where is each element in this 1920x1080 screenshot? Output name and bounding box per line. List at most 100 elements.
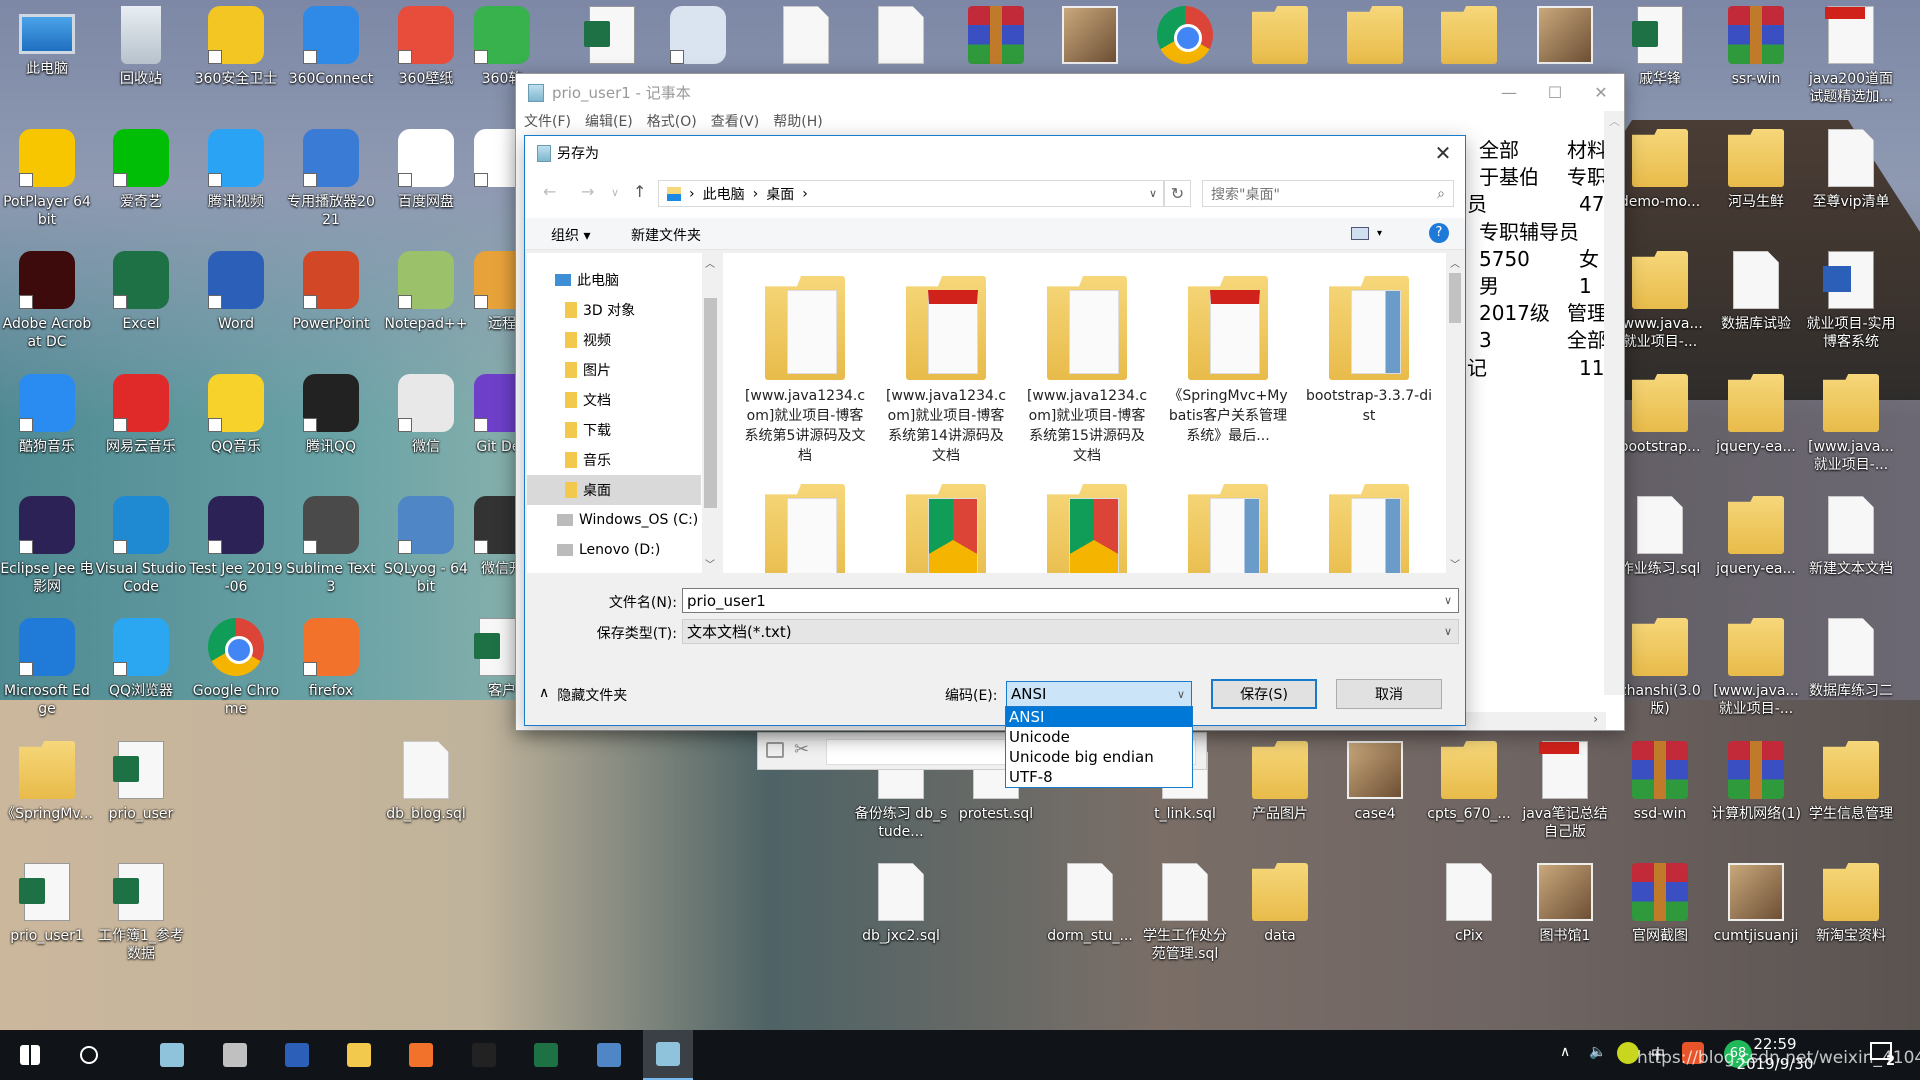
- desktop-icon[interactable]: 学生信息管理: [1804, 741, 1898, 823]
- taskbar-sqlyog-button[interactable]: [593, 1039, 625, 1071]
- new-folder-button[interactable]: 新建文件夹: [631, 225, 701, 245]
- desktop-icon[interactable]: zhanshi(3.0版): [1613, 618, 1707, 718]
- search-input[interactable]: 搜索"桌面" ⌕: [1202, 180, 1454, 207]
- desktop-icon[interactable]: [565, 6, 659, 70]
- desktop-icon[interactable]: 计算机网络(1): [1709, 741, 1803, 823]
- menu-file[interactable]: 文件(F): [524, 111, 571, 131]
- desktop-icon[interactable]: 产品图片: [1233, 741, 1327, 823]
- desktop-icon[interactable]: [www.java...就业项目-...: [1804, 374, 1898, 474]
- taskbar-search-button[interactable]: [73, 1039, 105, 1071]
- desktop-icon[interactable]: 新淘宝资料: [1804, 863, 1898, 945]
- refresh-button[interactable]: ↻: [1164, 180, 1191, 207]
- desktop-icon[interactable]: Microsoft Edge: [0, 618, 94, 718]
- desktop-icon[interactable]: 官网截图: [1613, 863, 1707, 945]
- desktop-icon[interactable]: 就业项目-实用博客系统: [1804, 251, 1898, 351]
- desktop-icon[interactable]: 专用播放器2021: [284, 129, 378, 229]
- file-list-scrollbar[interactable]: ︿ ﹀: [1446, 253, 1464, 573]
- minimize-button[interactable]: —: [1486, 74, 1532, 111]
- show-hidden-icons-chevron-icon[interactable]: ∧: [1560, 1044, 1570, 1060]
- nav-item[interactable]: 此电脑: [527, 265, 701, 295]
- dialog-titlebar[interactable]: 另存为: [525, 136, 1465, 170]
- forward-arrow-icon[interactable]: →: [581, 182, 594, 201]
- desktop-icon[interactable]: [www.java...就业项目-...: [1613, 251, 1707, 351]
- desktop-icon[interactable]: PotPlayer 64 bit: [0, 129, 94, 229]
- scissors-icon[interactable]: ✂: [794, 739, 809, 760]
- desktop-icon[interactable]: Sublime Text 3: [284, 496, 378, 596]
- desktop-icon[interactable]: demo-mo...: [1613, 129, 1707, 211]
- desktop-icon[interactable]: [1328, 6, 1422, 70]
- file-item[interactable]: [www.java1234.com]就业项目-博客系统第14讲源码及文档: [882, 276, 1010, 466]
- desktop-icon[interactable]: 数据库练习二: [1804, 618, 1898, 700]
- view-dropdown-icon[interactable]: ▾: [1377, 228, 1382, 239]
- file-item[interactable]: [1023, 484, 1151, 573]
- desktop-icon[interactable]: PowerPoint: [284, 251, 378, 333]
- taskbar-start-button[interactable]: [14, 1039, 46, 1071]
- encoding-select[interactable]: ANSI ∨: [1006, 681, 1192, 707]
- desktop-icon[interactable]: 腾讯QQ: [284, 374, 378, 456]
- desktop-icon[interactable]: [1422, 6, 1516, 70]
- notepad-text-area[interactable]: 全部 材料 于基伯 专职员 47 专职辅导员 5750 女男 1 2017级 管理 3 全部记 11: [1467, 137, 1607, 377]
- taskbar-firefox-button[interactable]: [405, 1039, 437, 1071]
- taskbar-excel-button[interactable]: [530, 1039, 562, 1071]
- desktop-icon[interactable]: cPix: [1422, 863, 1516, 945]
- desktop-icon[interactable]: [1233, 6, 1327, 70]
- desktop-icon[interactable]: 图书馆1: [1518, 863, 1612, 945]
- desktop-icon[interactable]: data: [1233, 863, 1327, 945]
- help-button[interactable]: ?: [1429, 223, 1449, 243]
- taskbar-notepad-button[interactable]: [156, 1039, 188, 1071]
- save-button[interactable]: 保存(S): [1211, 679, 1317, 709]
- filename-input[interactable]: prio_user1 ∨: [682, 588, 1459, 613]
- desktop-icon[interactable]: 酷狗音乐: [0, 374, 94, 456]
- breadcrumb-desktop[interactable]: 桌面: [766, 184, 794, 204]
- encoding-option-utf8[interactable]: UTF-8: [1006, 767, 1192, 787]
- encoding-option-ansi[interactable]: ANSI: [1006, 707, 1192, 727]
- view-options-icon[interactable]: [1351, 227, 1369, 240]
- file-item[interactable]: bootstrap-3.3.7-dist: [1305, 276, 1433, 426]
- desktop-icon[interactable]: cumtjisuanji: [1709, 863, 1803, 945]
- file-item[interactable]: [www.java1234.com]就业项目-博客系统第5讲源码及文档: [741, 276, 869, 466]
- notepad-horizontal-scrollbar[interactable]: ›: [1466, 712, 1606, 730]
- file-item[interactable]: [882, 484, 1010, 573]
- maximize-button[interactable]: ☐: [1532, 74, 1578, 111]
- nav-item[interactable]: 音乐: [527, 445, 701, 475]
- close-button[interactable]: ✕: [1578, 74, 1624, 111]
- desktop-icon[interactable]: Adobe Acrobat DC: [0, 251, 94, 351]
- desktop-icon[interactable]: [759, 6, 853, 70]
- organize-button[interactable]: 组织 ▾: [551, 225, 590, 245]
- taskbar-qq-button[interactable]: [468, 1039, 500, 1071]
- desktop-icon[interactable]: Test Jee 2019-06: [189, 496, 283, 596]
- desktop-icon[interactable]: case4: [1328, 741, 1422, 823]
- desktop-icon[interactable]: 《SpringMv...: [0, 741, 94, 823]
- nav-item[interactable]: 图片: [527, 355, 701, 385]
- up-arrow-icon[interactable]: ↑: [633, 182, 646, 201]
- desktop-icon[interactable]: 新建文本文档: [1804, 496, 1898, 578]
- nav-item[interactable]: 桌面: [527, 475, 701, 505]
- desktop-icon[interactable]: [949, 6, 1043, 70]
- desktop-icon[interactable]: QQ音乐: [189, 374, 283, 456]
- taskbar-settings-button[interactable]: [219, 1039, 251, 1071]
- desktop-icon[interactable]: [854, 6, 948, 70]
- nav-item[interactable]: 3D 对象: [527, 295, 701, 325]
- desktop-icon[interactable]: prio_user: [94, 741, 188, 823]
- file-item[interactable]: [1164, 484, 1292, 573]
- nav-item[interactable]: 下载: [527, 415, 701, 445]
- volume-icon[interactable]: 🔈: [1589, 1044, 1606, 1060]
- address-dropdown-icon[interactable]: ∨: [1149, 187, 1157, 200]
- file-item[interactable]: [www.java1234.com]就业项目-博客系统第15讲源码及文档: [1023, 276, 1151, 466]
- notepad-titlebar[interactable]: prio_user1 - 记事本: [516, 74, 1624, 111]
- scroll-thumb[interactable]: [1449, 273, 1461, 323]
- desktop-icon[interactable]: Visual Studio Code: [94, 496, 188, 596]
- desktop-icon[interactable]: db_jxc2.sql: [854, 863, 948, 945]
- desktop-icon[interactable]: ssr-win: [1709, 6, 1803, 88]
- desktop-icon[interactable]: 爱奇艺: [94, 129, 188, 211]
- desktop-icon[interactable]: cpts_670_...: [1422, 741, 1516, 823]
- folder-icon[interactable]: [766, 742, 784, 758]
- navigation-scrollbar[interactable]: ︿ ﹀: [702, 253, 719, 573]
- file-item[interactable]: 《SpringMvc+Mybatis客户关系管理系统》最后...: [1164, 276, 1292, 446]
- scroll-thumb[interactable]: [704, 298, 717, 508]
- desktop-icon[interactable]: dorm_stu_...: [1043, 863, 1137, 945]
- menu-help[interactable]: 帮助(H): [773, 111, 822, 131]
- desktop-icon[interactable]: Eclipse Jee 电影网: [0, 496, 94, 596]
- desktop-icon[interactable]: [1043, 6, 1137, 70]
- menu-view[interactable]: 查看(V): [711, 111, 760, 131]
